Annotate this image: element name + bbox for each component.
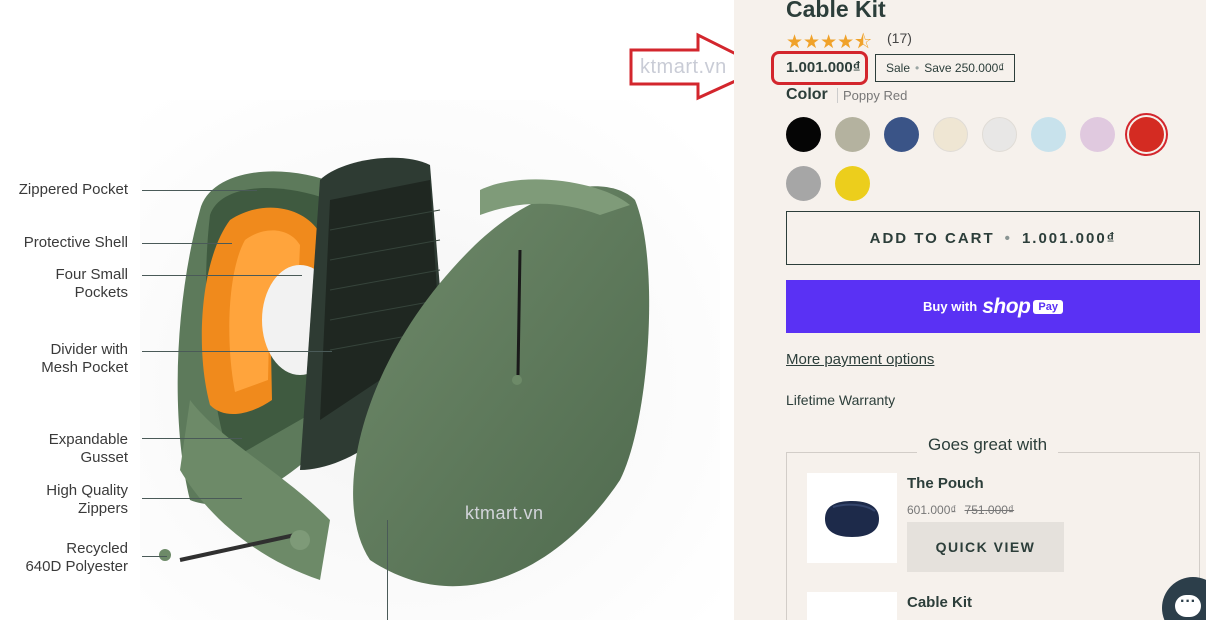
callout-recycled-polyester: Recycled 640D Polyester	[0, 540, 128, 576]
add-to-cart-price: 1.001.000₫	[1021, 229, 1117, 247]
related-product-price: 601.000₫ 751.000₫	[907, 503, 1014, 517]
add-to-cart-button[interactable]: ADD TO CART • 1.001.000₫	[786, 211, 1200, 265]
callout-label-line1: Divider with	[50, 341, 128, 358]
warranty-text: Lifetime Warranty	[786, 392, 896, 408]
callout-label-line1: Recycled	[66, 540, 128, 557]
callout-label-line2: Pockets	[74, 284, 128, 301]
callout-label-line2: Mesh Pocket	[41, 359, 128, 376]
product-image-panel: Zippered Pocket Protective Shell Four Sm…	[0, 0, 734, 620]
related-product-name[interactable]: The Pouch	[907, 475, 984, 492]
callout-label: Protective Shell	[23, 234, 128, 251]
leader-line	[142, 438, 242, 439]
buy-with-shop-pay-button[interactable]: Buy with shop Pay	[786, 280, 1200, 333]
color-swatch-navy[interactable]	[884, 117, 919, 152]
chat-icon: ···	[1175, 594, 1201, 617]
product-title: Cable Kit	[786, 0, 886, 22]
leader-line	[142, 190, 257, 191]
callout-label-line2: Gusset	[80, 449, 128, 466]
product-info-panel: Cable Kit ★★★★⯪ (17) 1.001.000₫ Sale • Sav…	[734, 0, 1206, 620]
color-swatch-lilac[interactable]	[1080, 117, 1115, 152]
callout-label-line2: 640D Polyester	[25, 558, 128, 575]
callout-label-line1: Four Small	[55, 266, 128, 283]
callout-zippered-pocket: Zippered Pocket	[0, 181, 128, 199]
color-swatch-cream[interactable]	[933, 117, 968, 152]
color-swatch-poppy-red[interactable]	[1129, 117, 1164, 152]
leader-line	[142, 243, 232, 244]
color-swatch-light-gray[interactable]	[982, 117, 1017, 152]
quick-view-button[interactable]: QUICK VIEW	[907, 522, 1064, 572]
sale-price: 601.000₫	[907, 503, 957, 517]
goes-great-with-title: Goes great with	[917, 435, 1059, 455]
color-swatch-sky-blue[interactable]	[1031, 117, 1066, 152]
callout-label: Zippered Pocket	[18, 181, 128, 198]
callout-four-small-pockets: Four Small Pockets	[0, 266, 128, 302]
related-product-name[interactable]: Cable Kit	[907, 594, 972, 611]
sale-badge: Sale • Save 250.000₫	[875, 54, 1016, 82]
original-price: 751.000₫	[964, 503, 1015, 517]
sale-label: Sale	[886, 61, 911, 75]
color-swatch-yellow[interactable]	[835, 166, 870, 201]
shop-logo: shop	[982, 294, 1031, 318]
more-payment-options-link[interactable]: More payment options	[786, 351, 934, 368]
price-highlight-annotation	[771, 51, 868, 85]
shop-pay-prefix: Buy with	[923, 299, 978, 314]
pouch-image	[825, 501, 879, 537]
callout-label-line1: High Quality	[46, 482, 128, 499]
callout-protective-shell: Protective Shell	[0, 234, 128, 252]
leader-line	[142, 556, 167, 557]
color-label: Color	[786, 86, 828, 103]
save-amount: Save 250.000₫	[924, 61, 1005, 75]
review-count[interactable]: (17)	[887, 30, 912, 46]
callout-label-line1: Expandable	[48, 431, 128, 448]
selected-color-value: Poppy Red	[837, 88, 907, 103]
color-swatch-sage[interactable]	[835, 117, 870, 152]
pay-badge: Pay	[1033, 299, 1063, 314]
cable-kit-product-image	[140, 100, 720, 620]
callout-divider-mesh: Divider with Mesh Pocket	[0, 341, 128, 377]
cable-kit-thumbnail[interactable]	[807, 592, 897, 620]
leader-line	[142, 275, 302, 276]
add-to-cart-label: ADD TO CART	[869, 229, 995, 247]
leader-line	[142, 351, 332, 352]
separator-dot: •	[1004, 229, 1012, 247]
separator-dot: •	[915, 61, 920, 75]
callout-expandable-gusset: Expandable Gusset	[0, 431, 128, 467]
leader-line	[142, 498, 242, 499]
color-swatch-black[interactable]	[786, 117, 821, 152]
watermark-center: ktmart.vn	[465, 503, 544, 523]
callout-label-line2: Zippers	[77, 500, 128, 517]
callout-high-quality-zippers: High Quality Zippers	[0, 482, 128, 518]
leader-line-vertical	[387, 520, 388, 620]
the-pouch-thumbnail[interactable]	[807, 473, 897, 563]
color-swatch-gray[interactable]	[786, 166, 821, 201]
